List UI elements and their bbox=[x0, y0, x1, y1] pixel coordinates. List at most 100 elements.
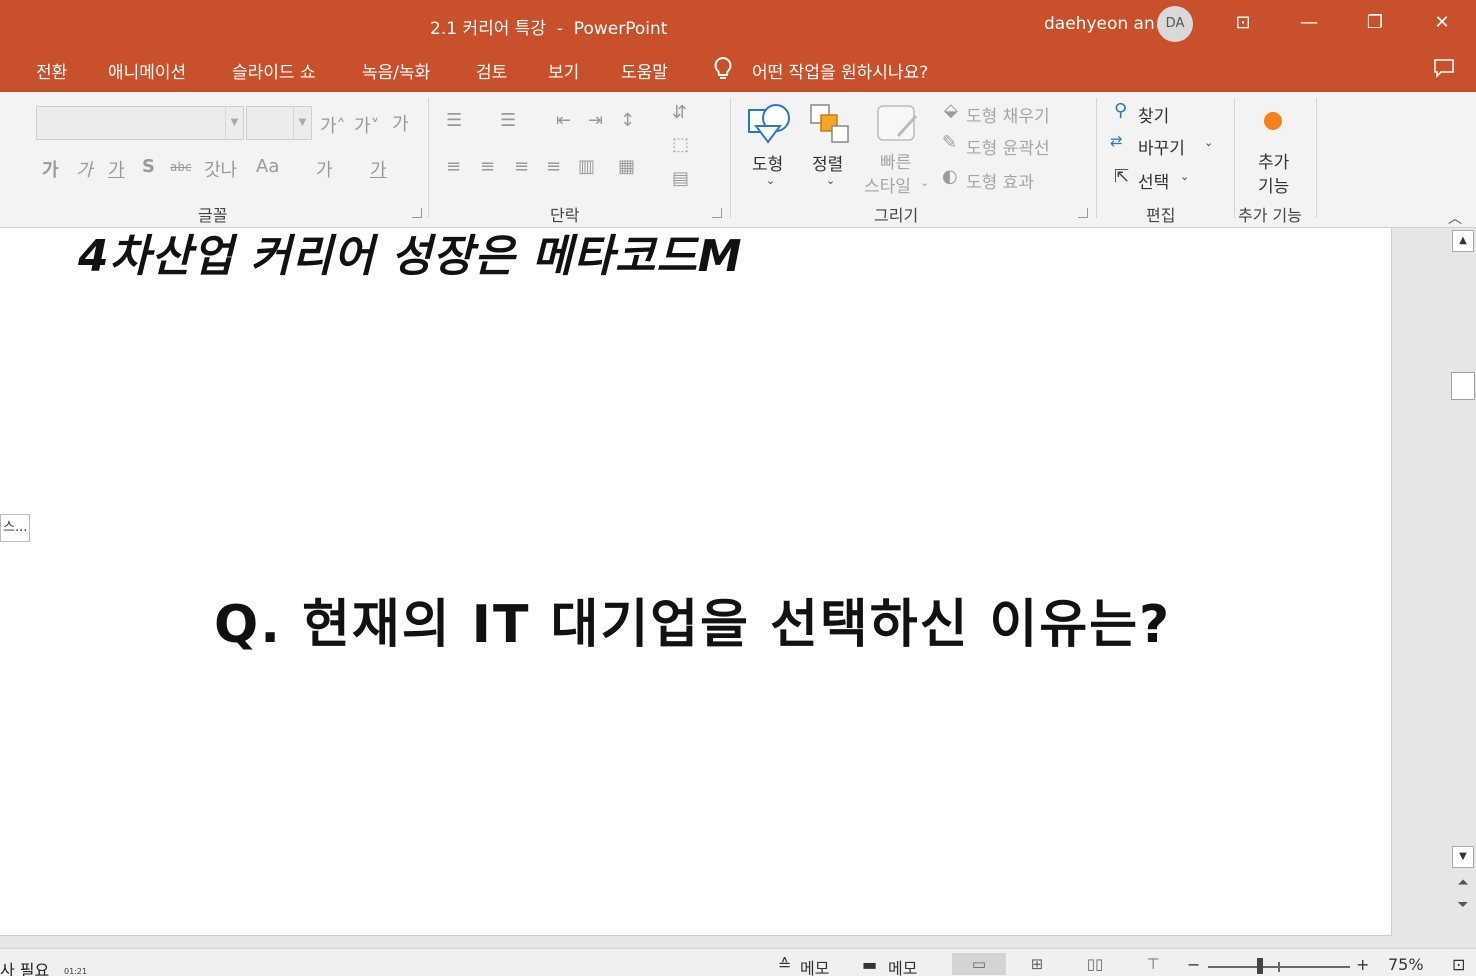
bold-icon[interactable]: 가 bbox=[42, 156, 59, 182]
zoom-out-button[interactable]: − bbox=[1187, 955, 1200, 974]
quick-styles-line2[interactable]: 스타일 bbox=[864, 172, 911, 197]
cursor-icon[interactable]: ⇱ bbox=[1114, 166, 1129, 187]
shape-effects-button[interactable]: 도형 효과 bbox=[966, 168, 1034, 193]
scroll-down-button[interactable]: ▼ bbox=[1452, 846, 1474, 868]
highlight-icon[interactable]: 가 bbox=[316, 156, 333, 182]
normal-view-icon[interactable]: ▭ bbox=[952, 953, 1006, 975]
minimize-button[interactable]: — bbox=[1292, 6, 1326, 40]
vertical-scrollbar[interactable]: ▲ ▼ ⏶ ⏷ bbox=[1450, 228, 1476, 948]
align-text-icon[interactable]: ⬚ bbox=[672, 134, 689, 155]
shapes-icon[interactable] bbox=[746, 102, 794, 150]
comments-icon[interactable]: ▬ bbox=[862, 955, 877, 974]
close-button[interactable]: ✕ bbox=[1425, 6, 1459, 40]
italic-icon[interactable]: 가 bbox=[76, 156, 93, 182]
font-color-icon[interactable]: 가 bbox=[370, 156, 387, 182]
chevron-down-icon[interactable]: ⌄ bbox=[766, 174, 775, 187]
shrink-font-icon[interactable]: 가˅ bbox=[354, 112, 380, 138]
paragraph-dialog-launcher-icon[interactable] bbox=[712, 208, 722, 218]
strikethrough-icon[interactable]: abc bbox=[170, 160, 192, 174]
shapes-button[interactable]: 도형 bbox=[752, 150, 783, 175]
increase-indent-icon[interactable]: ⇥ bbox=[588, 110, 603, 131]
shape-fill-icon[interactable]: ⬙ bbox=[944, 100, 958, 121]
numbering-icon[interactable]: ☰ bbox=[500, 110, 516, 131]
quick-styles-icon[interactable] bbox=[874, 102, 922, 150]
font-dialog-launcher-icon[interactable] bbox=[412, 208, 422, 218]
zoom-in-button[interactable]: + bbox=[1356, 955, 1369, 974]
chevron-down-icon[interactable]: ▼ bbox=[293, 107, 311, 139]
shape-fill-button[interactable]: 도형 채우기 bbox=[966, 102, 1050, 127]
addins-line2[interactable]: 기능 bbox=[1258, 172, 1289, 197]
distributed-icon[interactable]: ▥ bbox=[578, 156, 595, 177]
ribbon-display-options-icon[interactable]: ⊡ bbox=[1226, 6, 1260, 40]
justify-icon[interactable]: ≡ bbox=[546, 156, 561, 177]
shape-outline-button[interactable]: 도형 윤곽선 bbox=[966, 134, 1050, 159]
tell-me-input[interactable]: 어떤 작업을 원하시나요? bbox=[752, 58, 928, 83]
next-slide-icon[interactable]: ⏷ bbox=[1455, 896, 1471, 914]
arrange-icon[interactable] bbox=[808, 102, 852, 150]
slide-question[interactable]: Q. 현재의 IT 대기업을 선택하신 이유는? bbox=[214, 582, 1171, 657]
align-left-icon[interactable]: ≡ bbox=[446, 156, 461, 177]
arrange-button[interactable]: 정렬 bbox=[812, 150, 843, 175]
columns-icon[interactable]: ▦ bbox=[618, 156, 635, 177]
shape-effects-icon[interactable]: ◐ bbox=[942, 166, 958, 187]
addins-icon[interactable] bbox=[1264, 112, 1282, 130]
text-direction-icon[interactable]: ⇵ bbox=[672, 102, 687, 123]
addins-line1[interactable]: 추가 bbox=[1258, 148, 1289, 173]
collapse-ribbon-icon[interactable]: ︿ bbox=[1448, 208, 1462, 228]
slide-heading[interactable]: 4차산업 커리어 성장은 메타코드M bbox=[78, 228, 743, 284]
slide-sorter-view-icon[interactable]: ⊞ bbox=[1020, 953, 1054, 975]
text-shadow-icon[interactable]: S bbox=[142, 156, 155, 177]
tab-view[interactable]: 보기 bbox=[548, 58, 579, 83]
clear-formatting-icon[interactable]: 가 bbox=[392, 110, 409, 136]
zoom-level[interactable]: 75% bbox=[1388, 955, 1424, 974]
line-spacing-icon[interactable]: ↕ bbox=[620, 110, 635, 131]
notes-icon[interactable]: ≙ bbox=[778, 955, 791, 974]
tab-review[interactable]: 검토 bbox=[476, 58, 507, 83]
scroll-up-button[interactable]: ▲ bbox=[1452, 230, 1474, 252]
shape-outline-icon[interactable]: ✎ bbox=[942, 132, 957, 153]
lightbulb-icon[interactable] bbox=[712, 56, 734, 82]
font-name-combo[interactable]: ▼ bbox=[36, 106, 244, 140]
select-button[interactable]: 선택 bbox=[1138, 168, 1169, 193]
underline-icon[interactable]: 가 bbox=[108, 156, 125, 182]
tab-record[interactable]: 녹음/녹화 bbox=[362, 58, 430, 83]
tab-animations[interactable]: 애니메이션 bbox=[108, 58, 186, 83]
avatar[interactable]: DA bbox=[1157, 6, 1193, 42]
notes-button[interactable]: 메모 bbox=[800, 955, 829, 976]
tab-help[interactable]: 도움말 bbox=[621, 58, 668, 83]
align-center-icon[interactable]: ≡ bbox=[480, 156, 495, 177]
comments-button[interactable]: 메모 bbox=[888, 955, 917, 976]
chevron-down-icon[interactable]: ⌄ bbox=[1204, 136, 1213, 149]
font-size-combo[interactable]: ▼ bbox=[246, 106, 312, 140]
side-panel-tab[interactable]: 스... bbox=[0, 514, 30, 542]
tab-slideshow[interactable]: 슬라이드 쇼 bbox=[232, 58, 316, 83]
zoom-slider-thumb[interactable] bbox=[1257, 958, 1263, 974]
chevron-down-icon[interactable]: ⌄ bbox=[826, 174, 835, 187]
find-button[interactable]: 찾기 bbox=[1138, 102, 1169, 127]
replace-icon[interactable]: ⇄ bbox=[1110, 132, 1123, 150]
character-spacing-icon[interactable]: 갓나 bbox=[204, 156, 237, 182]
comment-icon[interactable] bbox=[1432, 56, 1456, 80]
chevron-down-icon[interactable]: ▼ bbox=[225, 107, 243, 139]
restore-button[interactable]: ❐ bbox=[1358, 6, 1392, 40]
reading-view-icon[interactable]: ▯▯ bbox=[1078, 953, 1112, 975]
smartart-icon[interactable]: ▤ bbox=[672, 168, 689, 189]
slideshow-view-icon[interactable]: ⊤ bbox=[1136, 953, 1170, 975]
change-case-icon[interactable]: Aa bbox=[256, 156, 279, 177]
grow-font-icon[interactable]: 가˄ bbox=[320, 112, 346, 138]
chevron-down-icon[interactable]: ⌄ bbox=[1180, 170, 1189, 183]
user-name[interactable]: daehyeon an bbox=[1044, 14, 1155, 34]
fit-to-window-icon[interactable]: ⊡ bbox=[1452, 955, 1465, 974]
replace-button[interactable]: 바꾸기 bbox=[1138, 134, 1185, 159]
previous-slide-icon[interactable]: ⏶ bbox=[1455, 874, 1471, 892]
bullets-icon[interactable]: ☰ bbox=[446, 110, 462, 131]
search-icon[interactable]: ⚲ bbox=[1114, 100, 1127, 121]
decrease-indent-icon[interactable]: ⇤ bbox=[556, 110, 571, 131]
scroll-thumb[interactable] bbox=[1451, 372, 1475, 400]
drawing-dialog-launcher-icon[interactable] bbox=[1078, 208, 1088, 218]
chevron-down-icon[interactable]: ⌄ bbox=[920, 176, 929, 189]
slide-canvas[interactable]: 4차산업 커리어 성장은 메타코드M Q. 현재의 IT 대기업을 선택하신 이… bbox=[0, 228, 1392, 936]
align-right-icon[interactable]: ≡ bbox=[514, 156, 529, 177]
tab-transitions[interactable]: 전환 bbox=[36, 58, 67, 83]
quick-styles-line1[interactable]: 빠른 bbox=[880, 148, 911, 173]
